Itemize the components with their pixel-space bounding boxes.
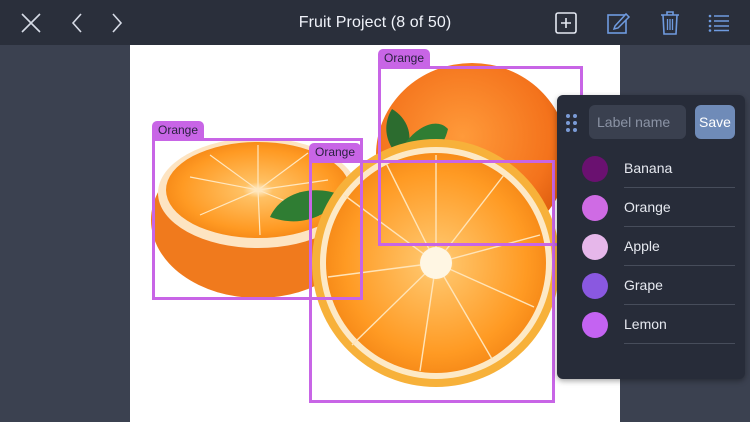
label-option-name: Grape [624,277,663,293]
divider [624,343,735,344]
label-list-button[interactable] [706,0,732,45]
drag-handle[interactable] [565,113,579,133]
trash-icon [661,10,679,35]
close-icon [21,12,41,33]
chevron-left-icon [71,12,82,33]
label-option-apple[interactable]: Apple [557,227,745,266]
label-option-name: Orange [624,199,671,215]
label-option-name: Lemon [624,316,667,332]
label-option-orange[interactable]: Orange [557,188,745,227]
label-option-banana[interactable]: Banana [557,149,745,188]
annotation-label[interactable]: Orange [309,143,362,162]
edit-button[interactable] [603,0,633,45]
label-name-input[interactable] [589,105,686,139]
add-annotation-button[interactable] [552,0,580,45]
next-button[interactable] [104,0,130,45]
delete-button[interactable] [656,0,684,45]
annotation-label[interactable]: Orange [152,121,205,140]
color-swatch [582,273,608,299]
chevron-right-icon [112,12,123,33]
label-option-grape[interactable]: Grape [557,266,745,305]
save-button[interactable]: Save [695,105,735,139]
annotation-box[interactable]: Orange [309,143,555,403]
color-swatch [582,156,608,182]
color-swatch [582,312,608,338]
drag-handle-icon [566,114,577,132]
label-picker-panel: Save Banana Orange Apple Grape Lemon [557,95,745,379]
add-box-icon [555,11,577,34]
image-canvas[interactable]: Orange Orange Orange [130,45,620,422]
top-bar: Fruit Project (8 of 50) [0,0,750,45]
close-button[interactable] [14,0,48,45]
annotation-label[interactable]: Orange [378,49,431,68]
edit-icon [607,12,631,34]
label-list: Banana Orange Apple Grape Lemon [557,149,745,344]
label-option-name: Apple [624,238,660,254]
label-option-lemon[interactable]: Lemon [557,305,745,344]
color-swatch [582,234,608,260]
previous-button[interactable] [64,0,90,45]
label-option-name: Banana [624,160,673,176]
list-icon [708,14,729,32]
color-swatch [582,195,608,221]
